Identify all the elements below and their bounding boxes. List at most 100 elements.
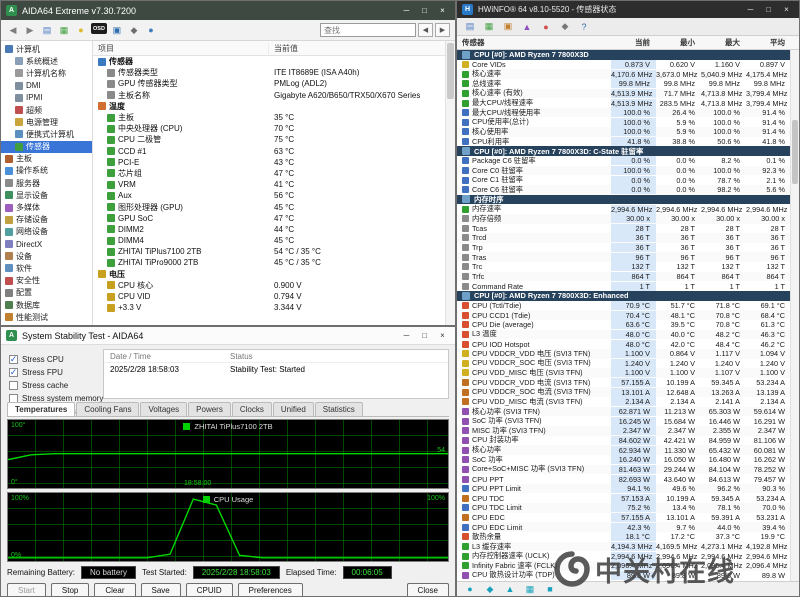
start-button[interactable]: Start: [7, 583, 46, 597]
sensor-row[interactable]: Core C0 驻留率100.0 %0.0 %100.0 %92.3 %: [457, 166, 799, 176]
forward-icon[interactable]: ▶: [23, 23, 37, 37]
sensor-row[interactable]: 总线速率99.8 MHz99.8 MHz99.8 MHz99.8 MHz: [457, 79, 799, 89]
sensor-row[interactable]: CPU VDD_MISC 电流 (SVI3 TFN)2.134 A2.134 A…: [457, 397, 799, 407]
sidebar-item-网络设备[interactable]: 网络设备: [1, 226, 92, 238]
sensor-row[interactable]: CPU 核心0.900 V: [93, 280, 445, 291]
sensor-row[interactable]: Tcas28 T28 T28 T28 T: [457, 224, 799, 234]
sensorpanel-icon[interactable]: ▣: [110, 23, 124, 37]
sensor-section-row[interactable]: 传感器: [93, 56, 445, 67]
sensor-group-header[interactable]: CPU [#0]: AMD Ryzen 7 7800X3D: C-State 驻…: [457, 146, 799, 156]
sensor-row[interactable]: 最大CPU/线程速率4,513.9 MHz283.5 MHz4,713.8 MH…: [457, 98, 799, 108]
sidebar-item-配置[interactable]: 配置: [1, 287, 92, 299]
sensor-row[interactable]: CPU 二极管75 °C: [93, 134, 445, 145]
scrollbar[interactable]: [790, 50, 799, 581]
minimize-button[interactable]: ─: [743, 3, 758, 16]
sensor-row[interactable]: SoC 功率 (SVI3 TFN)16.245 W15.684 W16.446 …: [457, 416, 799, 426]
maximize-button[interactable]: □: [761, 3, 776, 16]
scrollbar[interactable]: [445, 41, 455, 325]
sidebar-item-计算机[interactable]: 计算机: [1, 43, 92, 55]
config-icon[interactable]: ■: [543, 582, 557, 596]
sensor-row[interactable]: L3 缓存速率4,194.3 MHz4,169.5 MHz4,273.1 MHz…: [457, 542, 799, 552]
sensor-row[interactable]: 最大CPU/线程使用率100.0 %26.4 %100.0 %91.4 %: [457, 108, 799, 118]
sensor-row[interactable]: 芯片组47 °C: [93, 168, 445, 179]
sensor-row[interactable]: Aux56 °C: [93, 190, 445, 201]
tab-voltages[interactable]: Voltages: [140, 402, 187, 416]
sensor-row[interactable]: CPU VDDCR_VDD 电流 (SVI3 TFN)57.155 A10.19…: [457, 378, 799, 388]
tab-unified[interactable]: Unified: [273, 402, 314, 416]
sensor-row[interactable]: CPU EDC Limit42.3 %9.7 %44.0 %39.4 %: [457, 522, 799, 532]
sidebar-item-便携式计算机[interactable]: 便携式计算机: [1, 128, 92, 140]
sidebar-item-设备[interactable]: 设备: [1, 250, 92, 262]
sensor-row[interactable]: CPU PPT82.693 W43.640 W84.613 W79.457 W: [457, 474, 799, 484]
sensor-group-header[interactable]: CPU [#0]: AMD Ryzen 7 7800X3D: Enhanced: [457, 291, 799, 301]
log-column-status[interactable]: Status: [230, 352, 253, 361]
minimize-button[interactable]: ─: [399, 4, 414, 17]
log-entry[interactable]: 2025/2/28 18:58:03 Stability Test: Start…: [104, 363, 448, 376]
sidebar-item-IPMI[interactable]: IPMI: [1, 92, 92, 104]
sensor-row[interactable]: +3.3 V3.344 V: [93, 302, 445, 313]
sensor-row[interactable]: CPU 封装功率84.602 W42.421 W84.959 W81.106 W: [457, 436, 799, 446]
sensor-row[interactable]: Trc132 T132 T132 T132 T: [457, 262, 799, 272]
close-button[interactable]: ×: [435, 4, 450, 17]
sensor-group-header[interactable]: CPU [#0]: AMD Ryzen 7 7800X3D: [457, 50, 799, 60]
sidebar-item-存储设备[interactable]: 存储设备: [1, 214, 92, 226]
sidebar-item-超频[interactable]: 超频: [1, 104, 92, 116]
sidebar-item-操作系统[interactable]: 操作系统: [1, 165, 92, 177]
sensor-row[interactable]: DIMM244 °C: [93, 224, 445, 235]
sensor-row[interactable]: ZHITAI TiPlus7100 2TB54 °C / 35 °C: [93, 246, 445, 257]
column-current[interactable]: 当前: [611, 37, 656, 48]
sensor-row[interactable]: CPU VDDCR_SOC 电流 (SVI3 TFN)13.101 A12.64…: [457, 387, 799, 397]
sensor-row[interactable]: Command Rate1 T1 T1 T1 T: [457, 281, 799, 291]
sensor-row[interactable]: 散热余量18.1 °C17.2 °C37.3 °C19.9 °C: [457, 532, 799, 542]
report-icon[interactable]: ▤: [40, 23, 54, 37]
sensor-row[interactable]: CPU (Tctl/Tdie)70.9 °C51.7 °C71.8 °C69.1…: [457, 301, 799, 311]
sidebar-item-多媒体[interactable]: 多媒体: [1, 201, 92, 213]
sidebar-item-性能测试[interactable]: 性能测试: [1, 311, 92, 323]
clear-button[interactable]: Clear: [94, 583, 135, 597]
sensor-row[interactable]: 中央处理器 (CPU)70 °C: [93, 123, 445, 134]
sidebar-item-软件[interactable]: 软件: [1, 262, 92, 274]
sensor-row[interactable]: 内存控制器速率 (UCLK)2,994.6 MHz2,994.6 MHz2,99…: [457, 551, 799, 561]
sensor-row[interactable]: L3 温度48.0 °C40.0 °C48.2 °C46.3 °C: [457, 330, 799, 340]
stress-option-row[interactable]: Stress cache: [9, 379, 101, 392]
minimize-button[interactable]: ─: [399, 329, 414, 342]
sensor-row[interactable]: 主板名称Gigabyte A620/B650/TRX50/X670 Series: [93, 90, 445, 101]
tab-cooling-fans[interactable]: Cooling Fans: [76, 402, 139, 416]
sensor-row[interactable]: PCI-E43 °C: [93, 157, 445, 168]
sidebar-item-电源管理[interactable]: 电源管理: [1, 116, 92, 128]
sensor-row[interactable]: Trcd36 T36 T36 T36 T: [457, 233, 799, 243]
close-button[interactable]: ×: [779, 3, 794, 16]
sensor-row[interactable]: 核心功率 (SVI3 TFN)62.871 W11.213 W65.303 W5…: [457, 407, 799, 417]
sensor-row[interactable]: ZHITAI TiPro9000 2TB45 °C / 35 °C: [93, 257, 445, 268]
column-minimum[interactable]: 最小: [656, 37, 701, 48]
close-button[interactable]: Close: [407, 583, 449, 597]
sidebar-item-计算机名称[interactable]: 计算机名称: [1, 67, 92, 79]
tab-clocks[interactable]: Clocks: [232, 402, 272, 416]
sensor-row[interactable]: 内存倍频30.00 x30.00 x30.00 x30.00 x: [457, 214, 799, 224]
sensor-row[interactable]: SoC 功率16.240 W16.050 W16.480 W16.262 W: [457, 455, 799, 465]
sensors-icon[interactable]: ▦: [482, 20, 496, 34]
sensor-row[interactable]: 图形处理器 (GPU)45 °C: [93, 201, 445, 212]
sensor-row[interactable]: VRM41 °C: [93, 179, 445, 190]
lightbulb-icon[interactable]: ●: [74, 23, 88, 37]
column-header-value[interactable]: 当前值: [269, 43, 445, 54]
sensor-row[interactable]: Tras96 T96 T96 T96 T: [457, 252, 799, 262]
sensor-group-header[interactable]: 内存时序: [457, 195, 799, 205]
sensor-row[interactable]: CPU使用率(总计)100.0 %5.9 %100.0 %91.4 %: [457, 117, 799, 127]
sensor-row[interactable]: CPU TDC57.153 A10.199 A59.345 A53.234 A: [457, 493, 799, 503]
preferences-button[interactable]: Preferences: [238, 583, 303, 597]
sensor-row[interactable]: CPU VDD_MISC 电压 (SVI3 TFN)1.100 V1.100 V…: [457, 368, 799, 378]
sensor-row[interactable]: 核心速率 (有效)4,513.9 MHz71.7 MHz4,713.8 MHz3…: [457, 89, 799, 99]
sidebar-item-安全性[interactable]: 安全性: [1, 275, 92, 287]
sensor-row[interactable]: Core+SoC+MISC 功率 (SVI3 TFN)81.463 W29.24…: [457, 465, 799, 475]
clock-icon[interactable]: ●: [463, 582, 477, 596]
checkbox[interactable]: ✓: [9, 355, 18, 364]
sensor-row[interactable]: 核心使用率100.0 %5.9 %100.0 %91.4 %: [457, 127, 799, 137]
layout-icon[interactable]: ▦: [523, 582, 537, 596]
sensor-row[interactable]: 核心功率62.934 W11.330 W65.432 W60.081 W: [457, 445, 799, 455]
sensor-row[interactable]: 传感器类型ITE IT8689E (ISA A40h): [93, 67, 445, 78]
sidebar-item-DMI[interactable]: DMI: [1, 80, 92, 92]
sensor-row[interactable]: 核心速率4,170.6 MHz3,673.0 MHz5,040.9 MHz4,1…: [457, 69, 799, 79]
stop-button[interactable]: Stop: [51, 583, 89, 597]
sensor-row[interactable]: CPU EDC57.155 A13.101 A59.391 A53.231 A: [457, 513, 799, 523]
